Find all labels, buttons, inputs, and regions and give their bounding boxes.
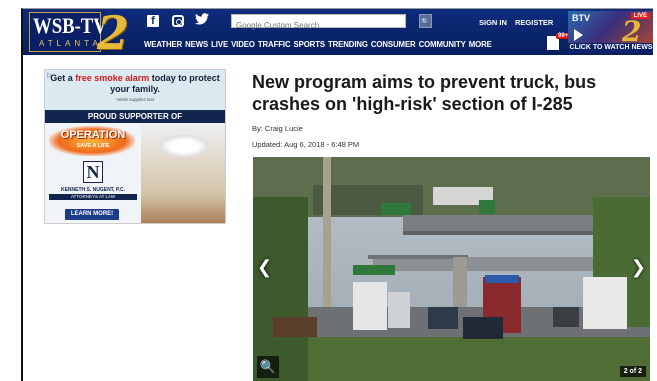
browser-frame: WSB-TV ATLANTA 2 f 🔍 SIGN IN REGISTER WE… <box>21 8 653 381</box>
next-photo-button[interactable]: ❯ <box>631 257 646 278</box>
ad-headline-highlight: free smoke alarm <box>75 73 150 83</box>
logo-text: WSB-TV <box>33 13 107 38</box>
ad-image-room <box>141 123 225 223</box>
article-byline: By: Craig Lucie <box>252 124 303 133</box>
live-tv-promo[interactable]: BTV LIVE 2 CLICK TO WATCH NEWS <box>568 11 653 53</box>
search-icon: 🔍 <box>421 19 430 26</box>
firm-name: KENNETH S. NUGENT, P.C. <box>60 187 126 193</box>
previous-photo-button[interactable]: ❮ <box>257 257 272 278</box>
firm-subtitle: ATTORNEYS AT LAW <box>49 194 137 200</box>
photo-counter: 2 of 2 <box>619 366 646 377</box>
nav-item-weather[interactable]: WEATHER <box>144 40 182 50</box>
search-input[interactable] <box>232 19 405 32</box>
play-icon <box>574 29 583 41</box>
live-brand: BTV <box>572 13 590 23</box>
ad-top: ▷ Get a free smoke alarm today to protec… <box>45 70 225 110</box>
article-headline: New program aims to prevent truck, bus c… <box>252 72 597 114</box>
twitter-icon[interactable] <box>195 12 209 28</box>
ad-note: *while supplies last <box>115 97 155 102</box>
zoom-icon[interactable]: 🔍 <box>257 356 279 378</box>
instagram-icon[interactable] <box>172 15 184 27</box>
ad-headline-pre: Get a <box>50 73 76 83</box>
nav-item-trending[interactable]: TRENDING <box>328 40 368 50</box>
logo-number: 2 <box>97 8 130 60</box>
wsb-logo[interactable]: WSB-TV ATLANTA 2 <box>29 9 135 60</box>
sign-in-link[interactable]: SIGN IN <box>479 18 507 27</box>
smoke-alarm-image <box>159 135 209 157</box>
search-box <box>231 14 406 32</box>
ad-band: PROUD SUPPORTER OF <box>45 110 225 123</box>
nav-item-live[interactable]: LIVE <box>211 40 228 50</box>
ad-sponsor-panel: OPERATION SAVE A LIFE N KENNETH S. NUGEN… <box>45 123 141 223</box>
register-link[interactable]: REGISTER <box>515 18 553 27</box>
operation-title: OPERATION <box>60 129 126 141</box>
nav-item-video[interactable]: VIDEO <box>231 40 255 50</box>
watch-news-label: CLICK TO WATCH NEWS <box>568 43 653 53</box>
nugent-logo: N <box>83 161 103 183</box>
nav-item-sports[interactable]: SPORTS <box>294 40 326 50</box>
search-button[interactable]: 🔍 <box>419 14 432 28</box>
site-header: WSB-TV ATLANTA 2 f 🔍 SIGN IN REGISTER WE… <box>23 9 653 60</box>
nav-item-community[interactable]: COMMUNITY <box>419 40 466 50</box>
highway-photo-image <box>253 157 650 381</box>
article-photo[interactable]: ❮ ❯ 🔍 2 of 2 <box>253 157 650 381</box>
nav-item-traffic[interactable]: TRAFFIC <box>258 40 291 50</box>
nav-item-consumer[interactable]: CONSUMER <box>371 40 416 50</box>
article-updated: Updated: Aug 6, 2018 - 6:48 PM <box>252 140 360 149</box>
facebook-icon[interactable]: f <box>147 15 159 27</box>
learn-more-button[interactable]: LEARN MORE! <box>65 209 119 220</box>
nav-item-news[interactable]: NEWS <box>185 40 208 50</box>
operation-subtitle: SAVE A LIFE <box>76 143 110 149</box>
nav-item-more[interactable]: MORE <box>469 40 492 50</box>
logo-subtext: ATLANTA <box>39 39 102 48</box>
advertisement[interactable]: ▷ Get a free smoke alarm today to protec… <box>44 69 226 224</box>
ad-headline: Get a free smoke alarm today to protect … <box>45 73 225 95</box>
main-nav: WEATHER NEWS LIVE VIDEO TRAFFIC SPORTS T… <box>144 40 492 50</box>
